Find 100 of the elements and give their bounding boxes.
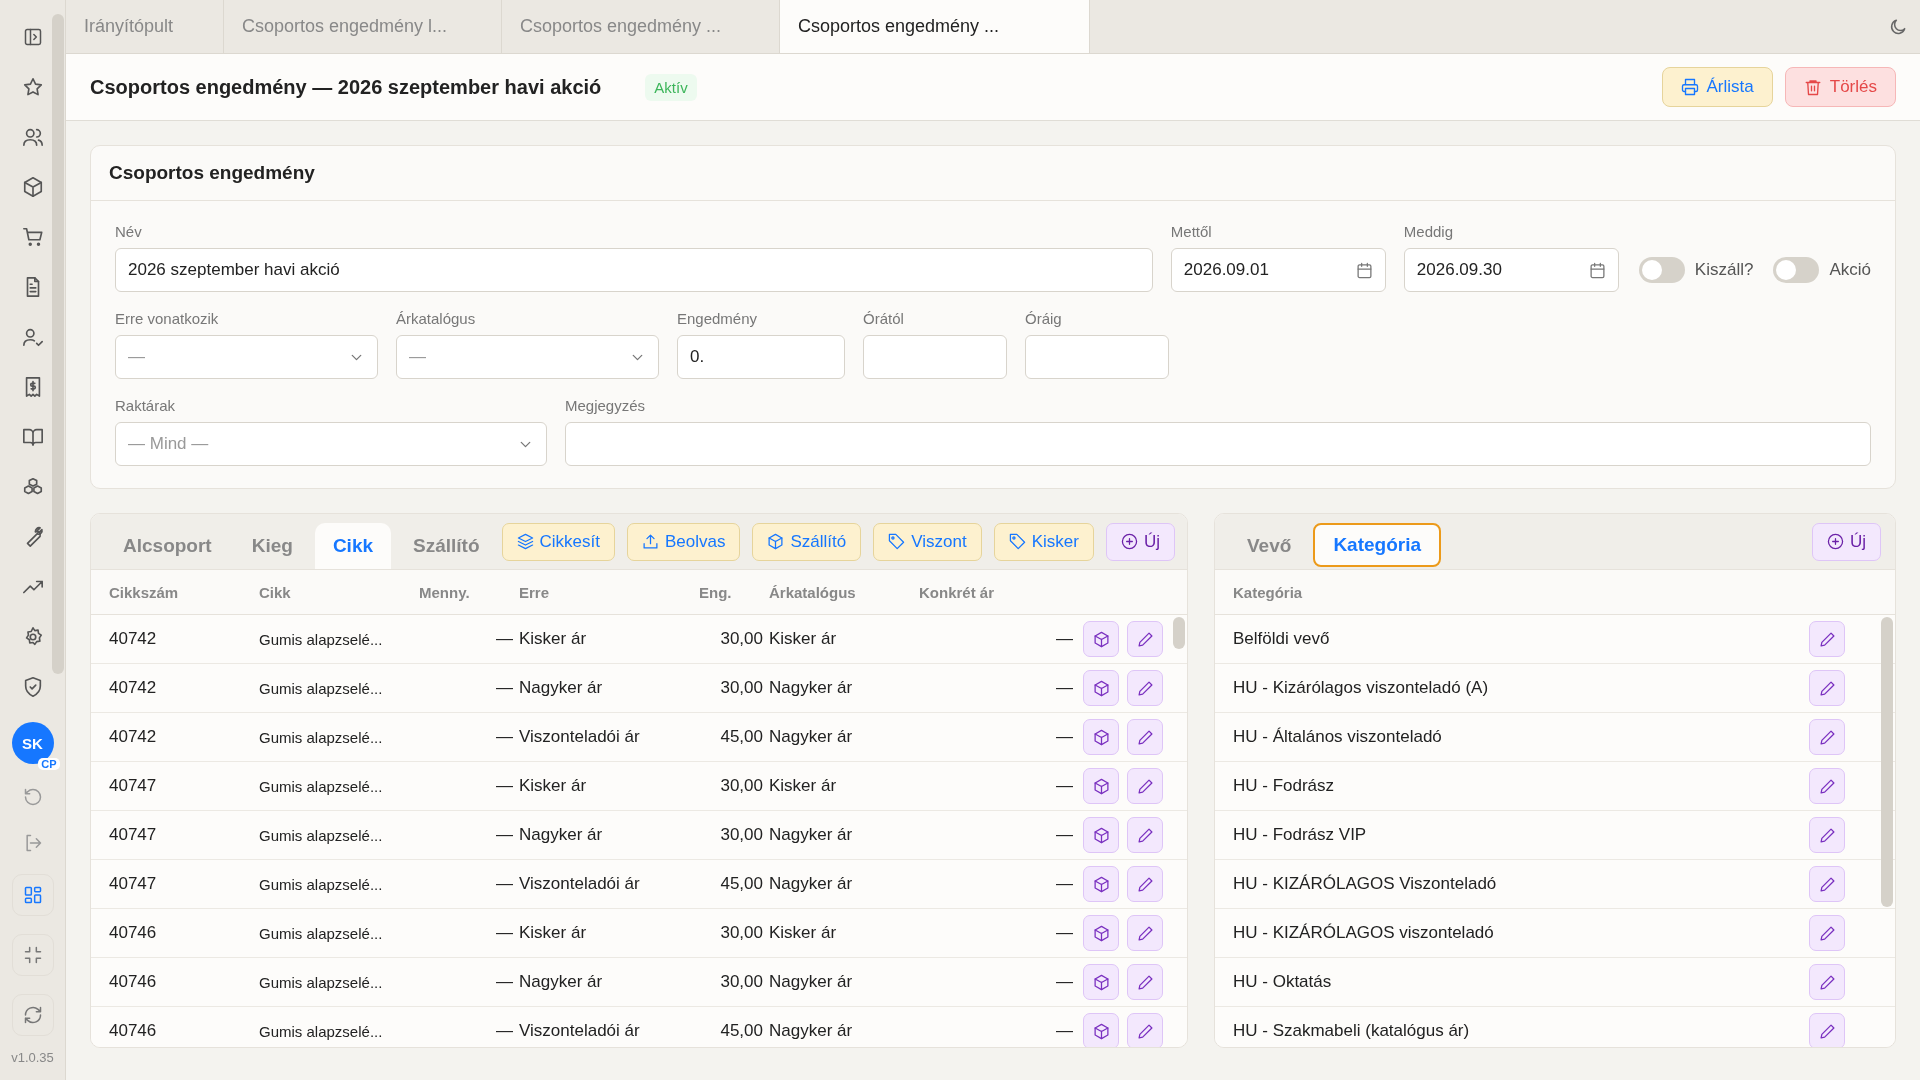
table-cell-text: Kisker ár — [519, 629, 588, 649]
table-cell-text: Gumis alapzselé... — [259, 924, 384, 942]
dropdown[interactable]: — Mind — — [115, 422, 547, 466]
package-button[interactable] — [1083, 915, 1119, 951]
edit-button[interactable] — [1127, 817, 1163, 853]
action-button[interactable]: Kisker — [993, 522, 1094, 561]
edit-button[interactable] — [1809, 1013, 1845, 1047]
package-icon — [1092, 924, 1110, 942]
table-cell-text: — — [1055, 825, 1074, 845]
table-cell-text: Viszonteladói ár — [519, 874, 641, 894]
delete-button[interactable]: Törlés — [1784, 67, 1896, 107]
package-icon — [1092, 826, 1110, 844]
edit-button[interactable] — [1127, 719, 1163, 755]
pencil-icon — [1818, 777, 1836, 795]
edit-button[interactable] — [1127, 1013, 1163, 1047]
name-field[interactable]: 2026 szeptember havi akció — [115, 248, 1153, 292]
panel-tab[interactable]: Szállító — [395, 523, 498, 569]
edit-button[interactable] — [1127, 621, 1163, 657]
column-header: Cikkszám — [109, 583, 180, 601]
field-label: Árkatalógus — [396, 310, 477, 327]
field-label: Óráig — [1025, 310, 1063, 327]
date-field[interactable]: 2026.09.01 — [1170, 248, 1386, 292]
table-cell-text: — — [495, 972, 514, 992]
edit-button[interactable] — [1809, 768, 1845, 804]
panel-tab[interactable]: Kieg — [233, 523, 311, 569]
package-icon — [1092, 1022, 1110, 1040]
table-cell-text: Gumis alapzselé... — [259, 679, 384, 697]
date-field[interactable]: 2026.09.30 — [1403, 248, 1619, 292]
role-badge: CP — [38, 758, 60, 770]
dropdown[interactable]: — — [396, 335, 659, 379]
package-button[interactable] — [1083, 768, 1119, 804]
package-button[interactable] — [1083, 866, 1119, 902]
package-button[interactable] — [1083, 1013, 1119, 1047]
pencil-icon — [1136, 777, 1154, 795]
package-button[interactable] — [1083, 621, 1119, 657]
edit-button[interactable] — [1127, 866, 1163, 902]
note-field[interactable] — [565, 422, 1871, 466]
panel-tab[interactable]: Alcsoport — [105, 523, 230, 569]
time-field[interactable] — [863, 335, 1007, 379]
edit-button[interactable] — [1809, 964, 1845, 1000]
edit-button[interactable] — [1809, 719, 1845, 755]
edit-button[interactable] — [1809, 817, 1845, 853]
version-label: v1.0.35 — [11, 1050, 54, 1065]
star-icon — [21, 76, 44, 98]
column-header: Konkrét ár — [919, 583, 996, 601]
panel-tab[interactable]: Vevő — [1229, 523, 1310, 569]
price-list-button[interactable]: Árlista — [1661, 67, 1773, 107]
table-cell: HU - KIZÁRÓLAGOS viszonteladó — [1233, 923, 1494, 943]
table-cell-text: Nagyker ár — [519, 972, 604, 992]
tool-button[interactable] — [11, 874, 54, 916]
field-label: Raktárak — [115, 397, 177, 414]
pencil-icon — [1818, 630, 1836, 648]
new-button[interactable]: Új — [1811, 522, 1881, 561]
table-cell-text: Gumis alapzselé... — [259, 777, 384, 795]
edit-button[interactable] — [1809, 915, 1845, 951]
edit-button[interactable] — [1809, 621, 1845, 657]
package-icon — [1092, 679, 1110, 697]
action-button[interactable]: Viszont — [873, 522, 982, 561]
action-button[interactable]: Szállító — [752, 522, 862, 561]
page-title: Csoportos engedmény — 2026 szeptember havi akció — [90, 75, 602, 99]
new-button[interactable]: Új — [1105, 522, 1175, 561]
pencil-icon — [1136, 1022, 1154, 1040]
panel-tab[interactable]: Cikk — [314, 523, 391, 569]
edit-button[interactable] — [1127, 964, 1163, 1000]
page-tab[interactable]: Csoportos engedmény l... — [224, 0, 502, 53]
field-label: Megjegyzés — [565, 397, 647, 414]
table-cell-text: — — [495, 825, 514, 845]
page-tab[interactable]: Csoportos engedmény ... — [780, 0, 1090, 53]
table-cell-text: 30,00 — [719, 776, 764, 796]
package-button[interactable] — [1083, 817, 1119, 853]
edit-button[interactable] — [1809, 670, 1845, 706]
package-button[interactable] — [1083, 964, 1119, 1000]
dropdown[interactable]: — — [115, 335, 378, 379]
package-icon — [1092, 875, 1110, 893]
table-cell-text: Nagyker ár — [769, 874, 854, 894]
table-cell: Belföldi vevő — [1233, 629, 1330, 649]
table-cell-text: Gumis alapzselé... — [259, 826, 384, 844]
discount-field[interactable]: 0. — [677, 335, 845, 379]
edit-button[interactable] — [1127, 670, 1163, 706]
edit-button[interactable] — [1127, 915, 1163, 951]
package-button[interactable] — [1083, 670, 1119, 706]
time-field[interactable] — [1025, 335, 1169, 379]
table-cell-text: Nagyker ár — [769, 972, 854, 992]
panel-tab[interactable]: Kategória — [1313, 523, 1441, 567]
package-button[interactable] — [1083, 719, 1119, 755]
toggle-switch[interactable] — [1773, 257, 1820, 283]
column-header: Erre — [519, 583, 551, 601]
edit-button[interactable] — [1127, 768, 1163, 804]
tool-button[interactable] — [11, 994, 54, 1036]
field-label: Meddig — [1403, 223, 1455, 240]
action-button[interactable]: Cikkesít — [501, 522, 615, 561]
page-tab[interactable]: Irányítópult — [66, 0, 224, 53]
table-cell: HU - Fodrász — [1233, 776, 1335, 796]
action-button[interactable]: Beolvas — [627, 522, 741, 561]
toggle-switch[interactable] — [1638, 257, 1685, 283]
edit-button[interactable] — [1809, 866, 1845, 902]
upload-icon — [642, 533, 659, 550]
table-cell: HU - Oktatás — [1233, 972, 1332, 992]
table-cell-text: — — [495, 776, 514, 796]
table-cell-text: 45,00 — [719, 727, 764, 747]
